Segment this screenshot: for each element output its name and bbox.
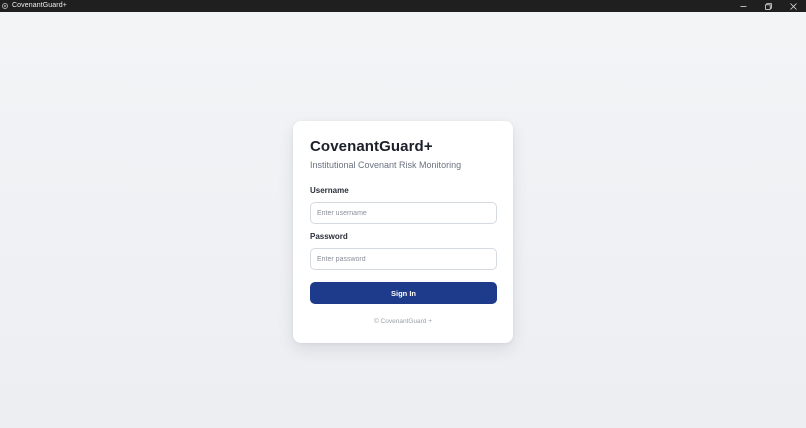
sign-in-button[interactable]: Sign In (310, 282, 497, 304)
restore-button[interactable] (756, 0, 781, 12)
window-titlebar: CovenantGuard+ (0, 0, 806, 12)
close-icon (790, 2, 797, 10)
app-icon (2, 3, 8, 9)
app-content: CovenantGuard+ Institutional Covenant Ri… (0, 12, 806, 428)
login-title: CovenantGuard+ (310, 138, 433, 155)
password-input[interactable] (310, 248, 497, 270)
restore-icon (765, 2, 772, 10)
minimize-icon (740, 5, 747, 7)
username-label: Username (310, 186, 349, 195)
password-label: Password (310, 232, 348, 241)
window-controls (731, 0, 806, 12)
copyright-footer: © CovenantGuard + (373, 318, 433, 325)
login-card: CovenantGuard+ Institutional Covenant Ri… (293, 121, 513, 343)
username-input[interactable] (310, 202, 497, 224)
window-title: CovenantGuard+ (12, 2, 67, 9)
login-subtitle: Institutional Covenant Risk Monitoring (310, 160, 462, 170)
close-button[interactable] (781, 0, 806, 12)
minimize-button[interactable] (731, 0, 756, 12)
